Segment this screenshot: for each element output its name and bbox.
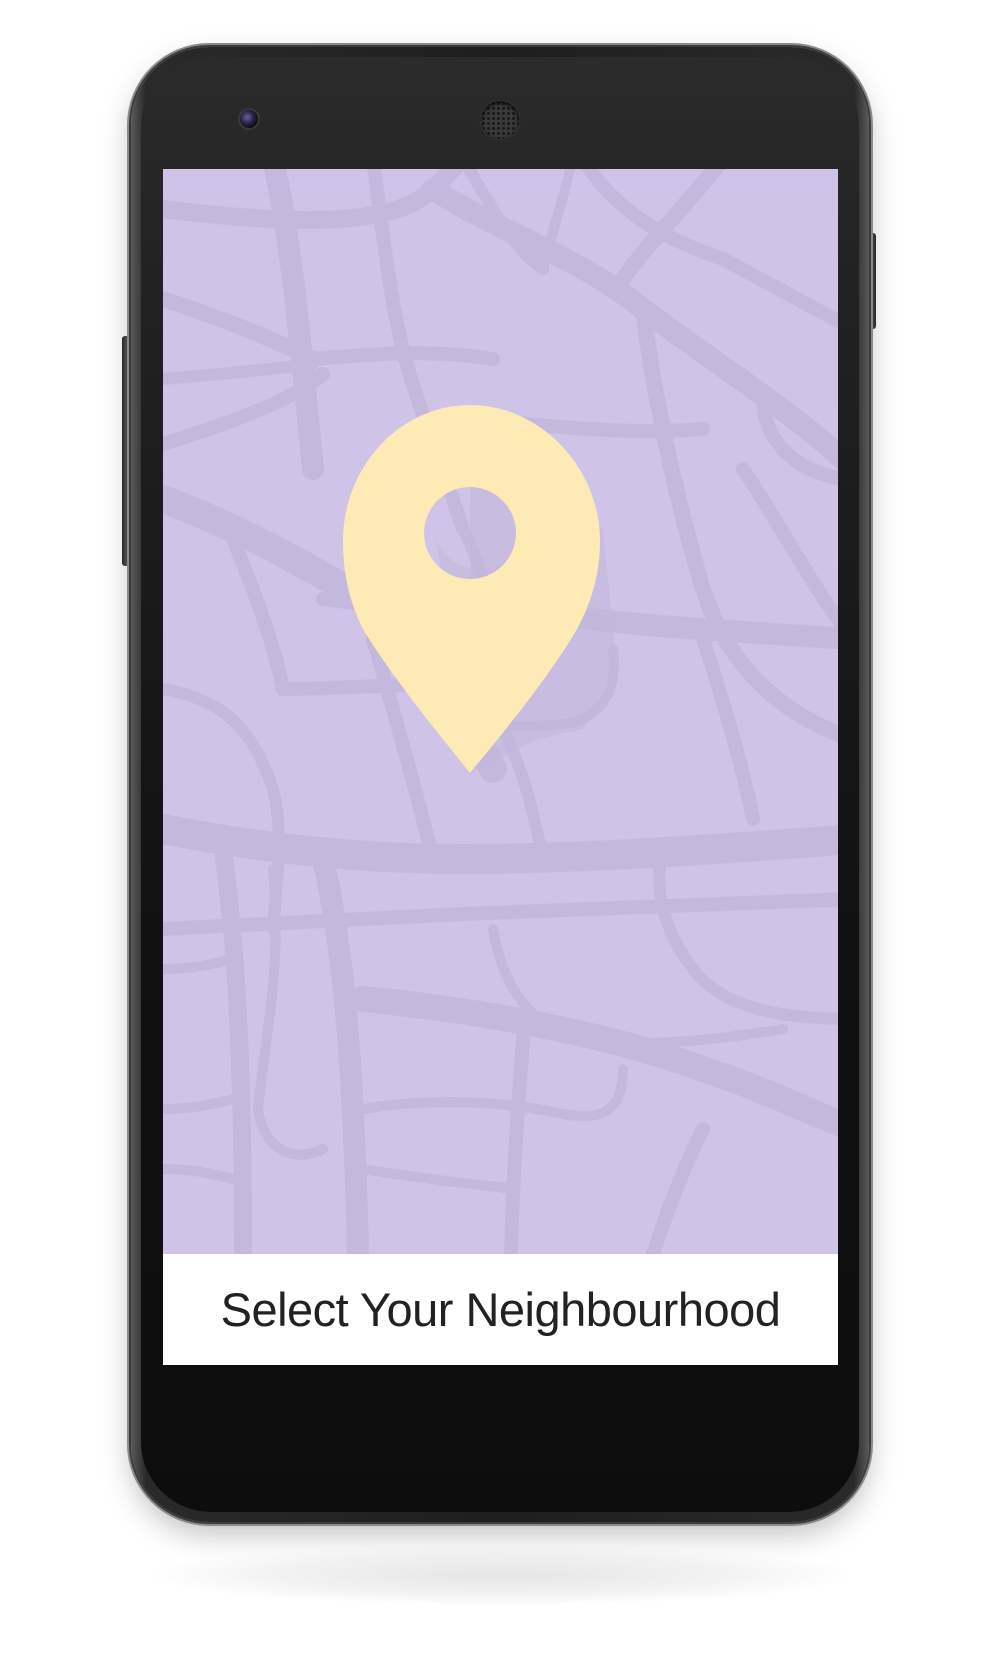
map-pin-icon[interactable] [163, 169, 838, 1254]
floor-shadow [150, 1545, 850, 1605]
neighbourhood-select-bar[interactable]: Select Your Neighbourhood [163, 1254, 838, 1365]
front-camera-icon [240, 110, 258, 128]
app-screen: Select Your Neighbourhood [163, 169, 838, 1365]
volume-button [122, 336, 131, 566]
speaker-grille-icon [481, 101, 519, 139]
device-mockup: Select Your Neighbourhood [0, 0, 1000, 1667]
screen-title: Select Your Neighbourhood [220, 1283, 781, 1336]
